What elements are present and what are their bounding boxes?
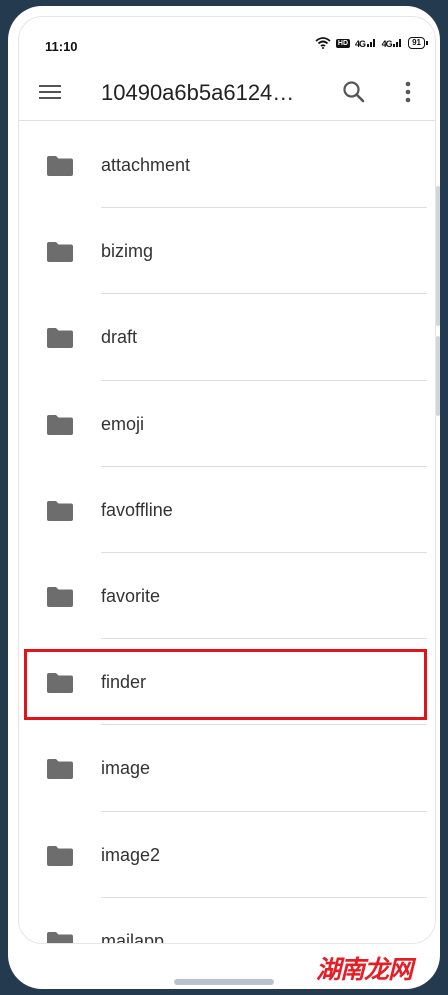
selection-highlight-box xyxy=(24,649,427,720)
folder-icon xyxy=(47,586,73,607)
file-name: mailapp xyxy=(101,930,165,944)
wifi-icon xyxy=(315,37,331,49)
file-name: emoji xyxy=(101,413,145,434)
watermark-logo: 湖南龙网 xyxy=(316,956,413,984)
file-name: image2 xyxy=(101,844,161,865)
screen: 11:10 HD 4G 4G 91 10490a6b5a6124… attach… xyxy=(18,16,436,944)
file-name: attachment xyxy=(101,155,191,175)
signal-label: 4G xyxy=(355,39,366,49)
file-name: image xyxy=(101,758,151,779)
menu-icon[interactable] xyxy=(39,81,61,101)
folder-icon xyxy=(47,414,73,435)
file-name: bizimg xyxy=(101,241,154,262)
file-name: draft xyxy=(101,327,138,348)
list-item[interactable]: attachment xyxy=(19,122,435,209)
list-item[interactable]: emoji xyxy=(19,381,435,467)
status-time: 11:10 xyxy=(45,39,78,54)
status-bar: 11:10 HD 4G 4G 91 xyxy=(19,17,435,55)
side-button xyxy=(436,336,440,416)
folder-icon xyxy=(47,156,73,176)
folder-icon xyxy=(47,242,73,263)
signal-label: 4G xyxy=(381,39,393,49)
hd-badge: HD xyxy=(335,38,351,48)
list-item[interactable]: mailapp xyxy=(19,898,435,944)
phone-frame: 11:10 HD 4G 4G 91 10490a6b5a6124… attach… xyxy=(8,6,440,989)
list-item[interactable]: favoffline xyxy=(19,467,435,553)
folder-icon xyxy=(47,759,73,780)
status-icons: HD 4G 4G 91 xyxy=(315,37,428,49)
list-item[interactable]: draft xyxy=(19,294,435,381)
list-item[interactable]: bizimg xyxy=(19,208,435,295)
folder-icon xyxy=(47,845,73,866)
file-name: favoffline xyxy=(101,499,173,520)
app-bar: 10490a6b5a6124… xyxy=(19,65,435,121)
more-vert-icon[interactable] xyxy=(397,79,419,105)
file-list: attachment bizimg draft emoji favoffline favo… xyxy=(19,122,435,944)
side-button xyxy=(436,186,440,326)
page-title: 10490a6b5a6124… xyxy=(101,80,295,105)
folder-icon xyxy=(47,500,73,521)
folder-icon xyxy=(47,328,73,349)
signal-icon: 4G xyxy=(355,37,377,49)
list-item[interactable]: image2 xyxy=(19,812,435,898)
signal-icon: 4G xyxy=(382,37,404,49)
battery-icon: 91 xyxy=(408,37,428,49)
search-icon[interactable] xyxy=(341,79,367,105)
file-name: favorite xyxy=(101,585,161,606)
home-indicator[interactable] xyxy=(174,979,274,985)
folder-icon xyxy=(47,931,73,943)
list-item[interactable]: favorite xyxy=(19,553,435,640)
list-item[interactable]: image xyxy=(19,725,435,812)
